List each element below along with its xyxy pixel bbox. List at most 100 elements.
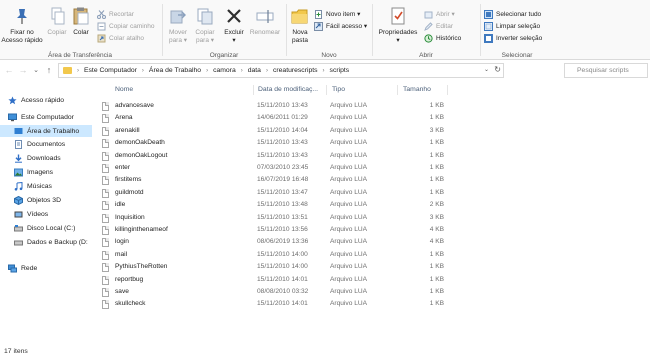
copy-to-icon: [195, 6, 215, 26]
nav-network-label: Rede: [21, 264, 38, 272]
up-button[interactable]: ↑: [43, 64, 55, 77]
forward-button[interactable]: →: [17, 64, 29, 77]
invert-selection-button[interactable]: Inverter seleção: [484, 33, 542, 44]
file-row[interactable]: PythiusTheRotten 15/11/2010 14:00 Arquivo …: [98, 261, 448, 273]
file-row[interactable]: demonOakDeath 15/11/2010 13:43 Arquivo LUA…: [98, 137, 448, 149]
select-all-button[interactable]: Selecionar tudo: [484, 9, 541, 20]
file-row[interactable]: demonOakLogout 15/11/2010 13:43 Arquivo LU…: [98, 150, 448, 162]
lua-file-icon: [102, 300, 109, 310]
file-type: Arquivo LUA: [330, 275, 368, 283]
pin-quick-access-button[interactable]: Fixar no Acesso rápido: [0, 6, 44, 45]
nav-item-local-disk[interactable]: Disco Local (C:): [0, 222, 92, 234]
column-header-type[interactable]: Tipo: [332, 84, 345, 96]
column-divider[interactable]: [397, 85, 398, 95]
breadcrumb-separator: ›: [206, 67, 209, 74]
new-item-button[interactable]: Novo item ▾: [314, 9, 360, 20]
file-row[interactable]: mail 15/11/2010 14:00 Arquivo LUA 1 KB: [98, 249, 448, 261]
breadcrumb-camora[interactable]: camora: [213, 67, 236, 74]
back-button[interactable]: ←: [3, 64, 15, 77]
breadcrumb-creaturescripts[interactable]: creaturescripts: [273, 67, 318, 74]
lua-file-icon: [102, 238, 109, 248]
file-row[interactable]: firstitems 16/07/2019 16:48 Arquivo LUA 1 K…: [98, 174, 448, 186]
nav-item-label: Documentos: [27, 140, 66, 148]
file-row[interactable]: advancesave 15/11/2010 13:43 Arquivo LUA 1 …: [98, 100, 448, 112]
search-input[interactable]: Pesquisar scripts: [564, 63, 648, 78]
address-dropdown-icon[interactable]: ⌄: [484, 66, 489, 73]
network-icon: [8, 264, 17, 273]
file-row[interactable]: skullcheck 15/11/2010 14:01 Arquivo LUA 1 K…: [98, 298, 448, 310]
paste-button[interactable]: Colar: [70, 6, 92, 37]
file-row[interactable]: save 08/08/2010 03:32 Arquivo LUA 1 KB: [98, 286, 448, 298]
column-divider[interactable]: [447, 85, 448, 95]
nav-network[interactable]: Rede: [0, 262, 92, 274]
file-row[interactable]: login 08/06/2019 13:36 Arquivo LUA 4 KB: [98, 236, 448, 248]
nav-item-data-backup[interactable]: Dados e Backup (D:: [0, 236, 92, 248]
nav-item-documents[interactable]: Documentos: [0, 138, 92, 150]
breadcrumb-desktop[interactable]: Área de Trabalho: [149, 67, 201, 74]
file-row[interactable]: idle 15/11/2010 13:48 Arquivo LUA 2 KB: [98, 199, 448, 211]
file-row[interactable]: enter 07/03/2010 23:45 Arquivo LUA 1 KB: [98, 162, 448, 174]
column-divider[interactable]: [326, 85, 327, 95]
refresh-icon[interactable]: ↻: [494, 65, 501, 74]
lua-file-icon: [102, 164, 109, 173]
file-row[interactable]: killinginthenameof 15/11/2010 13:56 Arquiv…: [98, 224, 448, 236]
delete-button[interactable]: Excluir ▾: [222, 6, 246, 45]
move-to-button[interactable]: Mover para ▾: [166, 6, 190, 45]
clipboard-group-label: Área de Transferência: [48, 52, 112, 59]
breadcrumb-data[interactable]: data: [248, 67, 261, 74]
open-icon: [424, 10, 433, 19]
column-header-size[interactable]: Tamanho: [403, 84, 431, 96]
file-row[interactable]: arenakill 15/11/2010 14:04 Arquivo LUA 3 KB: [98, 125, 448, 137]
breadcrumb-scripts[interactable]: scripts: [330, 67, 350, 74]
clear-selection-button[interactable]: Limpar seleção: [484, 21, 540, 32]
file-row[interactable]: reportbug 15/11/2010 14:01 Arquivo LUA 1 KB: [98, 274, 448, 286]
paste-shortcut-button[interactable]: Colar atalho: [97, 33, 144, 44]
nav-item-desktop[interactable]: Área de Trabalho: [0, 125, 92, 137]
file-row[interactable]: Arena 14/06/2011 01:29 Arquivo LUA 1 KB: [98, 112, 448, 124]
lua-file-icon: [102, 226, 109, 235]
copy-button[interactable]: Copiar: [46, 6, 68, 37]
nav-item-label: Vídeos: [27, 210, 49, 218]
column-divider[interactable]: [253, 85, 254, 95]
open-group: Propriedades ▾ Abrir ▾ Editar Histórico …: [374, 0, 478, 60]
easy-access-button[interactable]: Fácil acesso ▾: [314, 21, 367, 32]
column-header-name[interactable]: Nome: [115, 84, 133, 96]
nav-item-videos[interactable]: Vídeos: [0, 208, 92, 220]
breadcrumb-separator: ›: [141, 67, 144, 74]
file-row[interactable]: Inquisition 15/11/2010 13:51 Arquivo LUA 3 …: [98, 212, 448, 224]
new-group: Nova pasta Novo item ▾ Fácil acesso ▾ No…: [288, 0, 370, 60]
nav-item-pictures[interactable]: Imagens: [0, 166, 92, 178]
copy-to-button[interactable]: Copiar para ▾: [192, 6, 218, 45]
breadcrumb-this-pc[interactable]: Este Computador: [84, 67, 137, 74]
file-date-modified: 15/11/2010 13:47: [257, 188, 308, 196]
edit-button[interactable]: Editar: [424, 21, 453, 32]
properties-label-line-2: ▾: [396, 37, 400, 44]
file-row[interactable]: guildmotd 15/11/2010 13:47 Arquivo LUA 1 KB: [98, 187, 448, 199]
file-date-modified: 15/11/2010 14:01: [257, 300, 308, 308]
nav-item-downloads[interactable]: Downloads: [0, 152, 92, 164]
cut-button[interactable]: Recortar: [97, 9, 134, 20]
paste-shortcut-icon: [97, 34, 106, 43]
nav-item-music[interactable]: Músicas: [0, 180, 92, 192]
properties-button[interactable]: Propriedades ▾: [376, 6, 420, 45]
nav-item-3d-objects[interactable]: Objetos 3D: [0, 194, 92, 206]
recent-locations-button[interactable]: ⌄: [30, 64, 42, 77]
history-button[interactable]: Histórico: [424, 33, 461, 44]
file-type: Arquivo LUA: [330, 164, 368, 171]
address-bar[interactable]: › Este Computador › Área de Trabalho › c…: [58, 63, 504, 78]
column-header-date[interactable]: Data de modificaç...: [258, 84, 318, 96]
new-folder-button[interactable]: Nova pasta: [288, 6, 312, 45]
lua-file-icon: [102, 176, 109, 186]
rename-button[interactable]: Renomear: [248, 6, 282, 37]
copy-path-button[interactable]: Copiar caminho: [97, 21, 155, 32]
file-type: Arquivo LUA: [330, 151, 368, 159]
nav-quick-access[interactable]: Acesso rápido: [0, 94, 92, 106]
copy-icon: [47, 6, 67, 26]
open-button[interactable]: Abrir ▾: [424, 9, 455, 20]
search-placeholder: Pesquisar scripts: [577, 67, 629, 74]
breadcrumb-separator: ›: [322, 67, 325, 74]
cut-label: Recortar: [109, 11, 134, 18]
file-size: 1 KB: [429, 275, 444, 283]
file-date-modified: 08/08/2010 03:32: [257, 288, 309, 295]
nav-this-pc[interactable]: Este Computador: [0, 111, 92, 123]
